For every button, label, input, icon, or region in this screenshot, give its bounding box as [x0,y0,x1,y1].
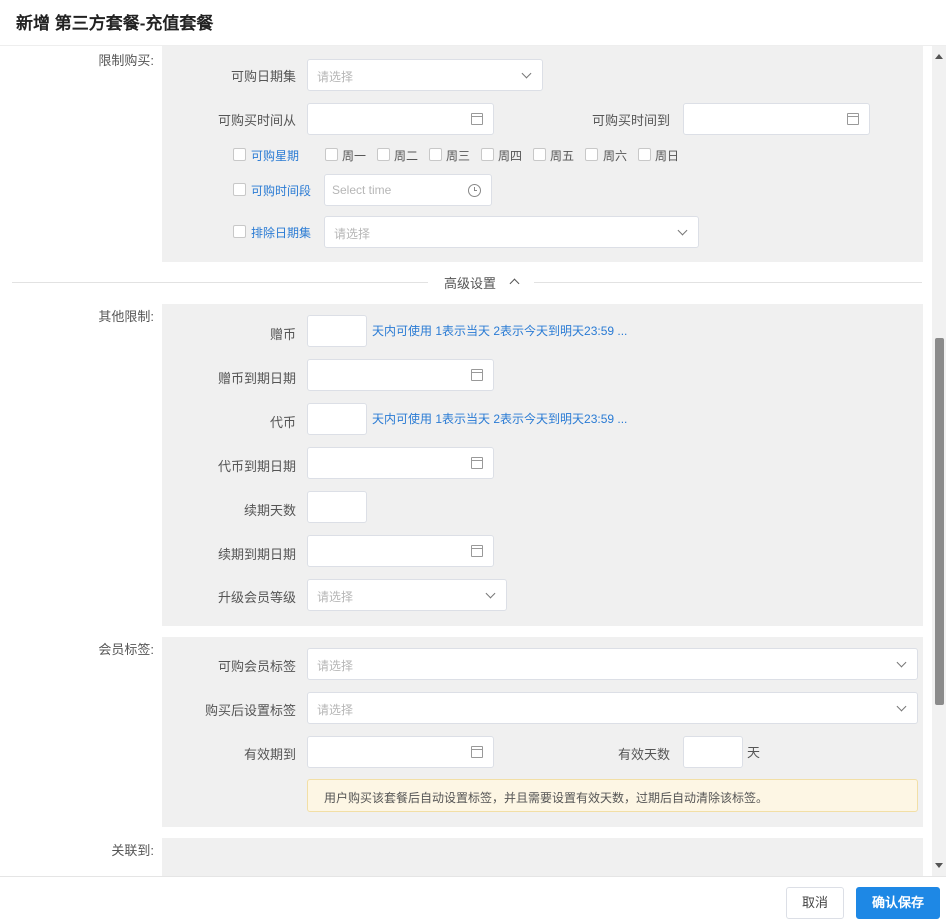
day-label-tue: 周二 [394,149,419,163]
renew-days-label: 续期天数 [243,503,296,518]
exclude-dates-label: 排除日期集 [251,226,312,240]
time-period-checkbox[interactable] [233,183,246,196]
exclude-dates-checkbox[interactable] [233,225,246,238]
scroll-down-icon[interactable] [935,863,943,868]
form-content[interactable]: 限制购买: 可购日期集 请选择 可购买时间从 可购买时间到 可购星期 周一 周二… [0,46,932,876]
calendar-icon [471,369,483,381]
tag-notice-text: 用户购买该套餐后自动设置标签，并且需要设置有效天数，过期后自动清除该标签。 [324,791,769,805]
day-label-sat: 周六 [603,149,628,163]
exclude-dates-placeholder: 请选择 [334,227,371,241]
cancel-button[interactable]: 取消 [786,887,844,919]
chevron-down-icon [485,588,496,599]
bonus-expiry-label: 赠币到期日期 [217,371,296,386]
save-button[interactable]: 确认保存 [856,887,940,919]
time-period-picker[interactable]: Select time [324,174,492,206]
tag-notice: 用户购买该套餐后自动设置标签，并且需要设置有效天数，过期后自动清除该标签。 [307,779,918,812]
calendar-icon [847,113,859,125]
bonus-coin-hint: 天内可使用 1表示当天 2表示今天到明天23:59 ... [372,324,628,338]
renew-expiry-label: 续期到期日期 [217,547,296,562]
chevron-down-icon [521,68,532,79]
dialog-footer: 取消 确认保存 [0,876,946,924]
time-period-placeholder: Select time [332,183,392,197]
token-input[interactable] [307,403,367,435]
day-checkbox-wed[interactable] [429,148,442,161]
valid-days-input[interactable] [683,736,743,768]
renew-expiry-picker[interactable] [307,535,494,567]
weekday-label: 可购星期 [251,149,300,163]
day-label-wed: 周三 [446,149,471,163]
time-to-label: 可购买时间到 [591,113,670,128]
calendar-icon [471,113,483,125]
chevron-down-icon [896,657,907,668]
scroll-thumb[interactable] [935,338,944,705]
linked-label: 关联到: [111,843,154,858]
purchasable-tags-placeholder: 请选择 [317,659,354,673]
day-label-fri: 周五 [550,149,575,163]
upgrade-level-label: 升级会员等级 [217,590,296,605]
time-from-label: 可购买时间从 [217,113,296,128]
weekday-checkbox[interactable] [233,148,246,161]
clock-icon [468,184,481,197]
bonus-coin-input[interactable] [307,315,367,347]
calendar-icon [471,545,483,557]
purchasable-tags-select[interactable]: 请选择 [307,648,918,680]
after-purchase-tags-select[interactable]: 请选择 [307,692,918,724]
linked-panel [162,838,923,876]
purchasable-tags-label: 可购会员标签 [217,659,296,674]
date-set-label: 可购日期集 [230,69,296,84]
valid-days-label: 有效天数 [617,747,670,762]
day-checkbox-sun[interactable] [638,148,651,161]
token-expiry-label: 代币到期日期 [217,459,296,474]
day-checkbox-thu[interactable] [481,148,494,161]
dialog-header: 新增 第三方套餐-充值套餐 [0,0,946,46]
day-checkbox-fri[interactable] [533,148,546,161]
chevron-down-icon [677,225,688,236]
renew-days-input[interactable] [307,491,367,523]
bonus-expiry-picker[interactable] [307,359,494,391]
scroll-up-icon[interactable] [935,54,943,59]
upgrade-level-select[interactable]: 请选择 [307,579,507,611]
token-hint: 天内可使用 1表示当天 2表示今天到明天23:59 ... [372,412,628,426]
scrollbar[interactable] [932,46,946,876]
day-checkbox-mon[interactable] [325,148,338,161]
valid-days-unit: 天 [747,745,761,760]
chevron-down-icon [896,701,907,712]
time-period-label: 可购时间段 [251,184,312,198]
bonus-coin-label: 赠币 [269,327,296,342]
day-checkbox-sat[interactable] [585,148,598,161]
limit-purchase-label: 限制购买: [98,53,154,68]
valid-until-picker[interactable] [307,736,494,768]
member-tags-label: 会员标签: [98,642,154,657]
day-label-thu: 周四 [498,149,523,163]
exclude-dates-select[interactable]: 请选择 [324,216,699,248]
calendar-icon [471,457,483,469]
calendar-icon [471,746,483,758]
dialog-title: 新增 第三方套餐-充值套餐 [16,14,214,33]
day-checkbox-tue[interactable] [377,148,390,161]
upgrade-level-placeholder: 请选择 [317,590,354,604]
token-expiry-picker[interactable] [307,447,494,479]
after-purchase-tags-placeholder: 请选择 [317,703,354,717]
after-purchase-tags-label: 购买后设置标签 [204,703,296,718]
chevron-up-icon[interactable] [509,278,520,289]
date-set-placeholder: 请选择 [317,70,354,84]
date-set-select[interactable]: 请选择 [307,59,543,91]
day-label-sun: 周日 [655,149,680,163]
time-from-picker[interactable] [307,103,494,135]
advanced-settings-toggle[interactable]: 高级设置 [444,273,496,292]
divider-left [12,282,428,283]
time-to-picker[interactable] [683,103,870,135]
other-limits-label: 其他限制: [98,309,154,324]
valid-until-label: 有效期到 [243,747,296,762]
day-label-mon: 周一 [342,149,367,163]
divider-right [534,282,922,283]
token-label: 代币 [269,415,296,430]
